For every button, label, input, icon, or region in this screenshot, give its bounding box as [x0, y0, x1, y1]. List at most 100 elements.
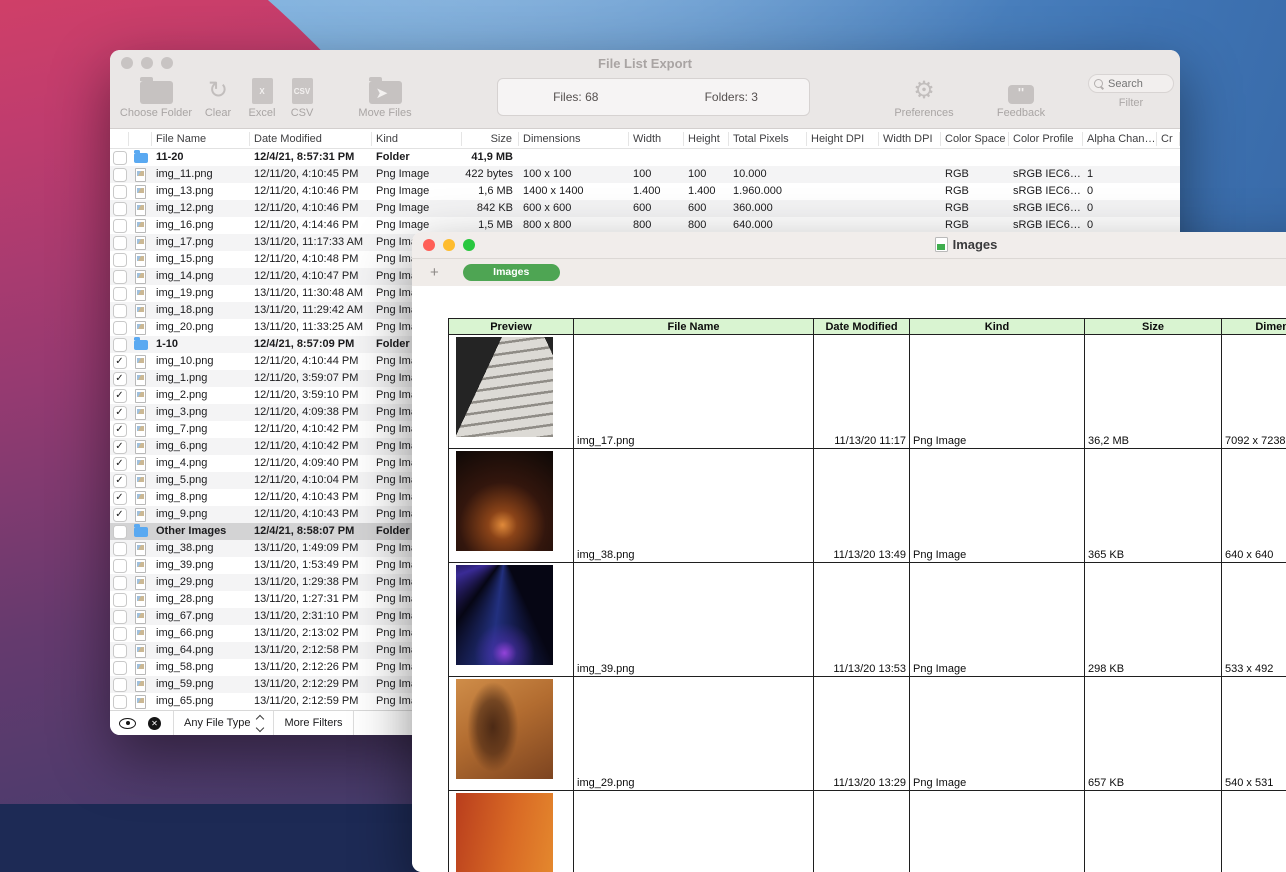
row-checkbox[interactable]: [113, 253, 127, 267]
cell: 12/11/20, 4:10:43 PM: [250, 506, 372, 523]
file-icon: [135, 236, 146, 250]
file-icon: [135, 644, 146, 658]
row-checkbox[interactable]: [113, 559, 127, 573]
row-checkbox[interactable]: [113, 508, 127, 522]
cell: Png Image: [910, 677, 1085, 791]
row-checkbox[interactable]: [113, 542, 127, 556]
table-row[interactable]: img_38.png11/13/20 13:49Png Image365 KB6…: [449, 449, 1286, 563]
row-checkbox[interactable]: [113, 389, 127, 403]
row-checkbox[interactable]: [113, 151, 127, 165]
cell: 1.400: [684, 183, 729, 200]
table-row[interactable]: [449, 791, 1286, 872]
table-row[interactable]: img_11.png12/11/20, 4:10:45 PMPng Image4…: [110, 166, 1180, 183]
column-header[interactable]: Total Pixels: [729, 132, 807, 146]
clear-button[interactable]: ↻ Clear: [193, 74, 243, 119]
column-header[interactable]: [110, 132, 129, 146]
column-header[interactable]: Height: [684, 132, 729, 146]
column-header[interactable]: Color Space: [941, 132, 1009, 146]
column-header[interactable]: Alpha Chan…: [1083, 132, 1157, 146]
preview-cell: [449, 791, 574, 872]
column-header[interactable]: Size: [462, 132, 519, 146]
row-checkbox[interactable]: [113, 593, 127, 607]
row-checkbox[interactable]: [113, 355, 127, 369]
clear-filter-icon[interactable]: [148, 717, 161, 730]
row-checkbox[interactable]: [113, 525, 127, 539]
column-header[interactable]: Height DPI: [807, 132, 879, 146]
column-header[interactable]: Dimensions: [519, 132, 629, 146]
column-header[interactable]: [129, 132, 152, 146]
column-header[interactable]: Kind: [910, 319, 1085, 335]
row-checkbox[interactable]: [113, 304, 127, 318]
excel-export-button[interactable]: X Excel: [240, 74, 284, 119]
cell: Png Image: [372, 200, 462, 217]
column-header[interactable]: Cr: [1157, 132, 1180, 146]
column-header[interactable]: Width: [629, 132, 684, 146]
cell: 10.000: [729, 166, 807, 183]
row-checkbox[interactable]: [113, 644, 127, 658]
table-row[interactable]: img_13.png12/11/20, 4:10:46 PMPng Image1…: [110, 183, 1180, 200]
tab-images[interactable]: Images: [463, 264, 560, 281]
folders-count: Folders: 3: [654, 90, 810, 104]
cell: 360.000: [729, 200, 807, 217]
column-header[interactable]: Date Modified: [250, 132, 372, 146]
row-checkbox[interactable]: [113, 202, 127, 216]
move-files-button[interactable]: ➤ Move Files: [349, 74, 421, 119]
cell: 12/11/20, 4:10:46 PM: [250, 200, 372, 217]
feedback-button[interactable]: '' Feedback: [985, 74, 1057, 119]
column-header[interactable]: Width DPI: [879, 132, 941, 146]
row-checkbox[interactable]: [113, 236, 127, 250]
column-header[interactable]: Dimensions: [1222, 319, 1286, 335]
row-checkbox[interactable]: [113, 474, 127, 488]
row-checkbox[interactable]: [113, 372, 127, 386]
cell: [879, 200, 941, 217]
row-checkbox[interactable]: [113, 678, 127, 692]
preferences-button[interactable]: ⚙ Preferences: [883, 74, 965, 119]
table-row[interactable]: img_12.png12/11/20, 4:10:46 PMPng Image8…: [110, 200, 1180, 217]
column-header[interactable]: File Name: [152, 132, 250, 146]
row-checkbox[interactable]: [113, 440, 127, 454]
cell: 13/11/20, 2:12:26 PM: [250, 659, 372, 676]
search-text-input[interactable]: [1106, 77, 1170, 91]
cell: 0: [1083, 183, 1157, 200]
row-checkbox[interactable]: [113, 576, 127, 590]
row-checkbox[interactable]: [113, 406, 127, 420]
eye-icon[interactable]: [119, 718, 136, 729]
row-checkbox[interactable]: [113, 695, 127, 709]
cell: 12/11/20, 4:10:42 PM: [250, 421, 372, 438]
row-checkbox[interactable]: [113, 219, 127, 233]
row-checkbox[interactable]: [113, 610, 127, 624]
cell: 13/11/20, 2:12:59 PM: [250, 693, 372, 710]
column-header[interactable]: Size: [1085, 319, 1222, 335]
row-checkbox[interactable]: [113, 338, 127, 352]
window-title: File List Export: [110, 56, 1180, 71]
row-checkbox[interactable]: [113, 423, 127, 437]
table-row[interactable]: img_17.png11/13/20 11:17Png Image36,2 MB…: [449, 335, 1286, 449]
column-header[interactable]: Color Profile: [1009, 132, 1083, 146]
column-header[interactable]: Date Modified: [814, 319, 910, 335]
file-type-dropdown[interactable]: Any File Type: [173, 711, 274, 735]
cell: 1400 x 1400: [519, 183, 629, 200]
row-checkbox[interactable]: [113, 270, 127, 284]
row-checkbox[interactable]: [113, 321, 127, 335]
column-header[interactable]: File Name: [574, 319, 814, 335]
column-header[interactable]: Preview: [449, 319, 574, 335]
more-filters-button[interactable]: More Filters: [274, 711, 353, 735]
add-sheet-button[interactable]: +: [430, 265, 439, 280]
row-checkbox[interactable]: [113, 491, 127, 505]
table-row[interactable]: img_29.png11/13/20 13:29Png Image657 KB5…: [449, 677, 1286, 791]
column-header[interactable]: Kind: [372, 132, 462, 146]
search-input[interactable]: [1088, 74, 1174, 93]
table-row[interactable]: img_39.png11/13/20 13:53Png Image298 KB5…: [449, 563, 1286, 677]
table-row[interactable]: 11-2012/4/21, 8:57:31 PMFolder41,9 MB: [110, 149, 1180, 166]
row-checkbox[interactable]: [113, 661, 127, 675]
cell: 365 KB: [1085, 449, 1222, 563]
row-checkbox[interactable]: [113, 185, 127, 199]
row-checkbox[interactable]: [113, 287, 127, 301]
csv-export-button[interactable]: CSV CSV: [280, 74, 324, 119]
images-preview-window[interactable]: Images + Images PreviewFile NameDate Mod…: [412, 232, 1286, 872]
choose-folder-button[interactable]: Choose Folder: [110, 74, 202, 119]
row-checkbox[interactable]: [113, 457, 127, 471]
row-checkbox[interactable]: [113, 168, 127, 182]
row-checkbox[interactable]: [113, 627, 127, 641]
cell: img_5.png: [152, 472, 250, 489]
